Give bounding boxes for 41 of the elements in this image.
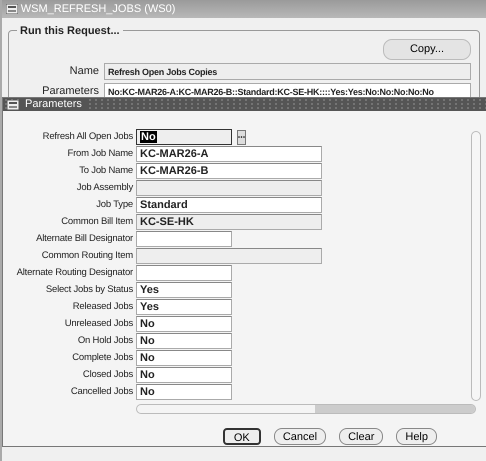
dialog-button[interactable]: Cancel [274, 428, 326, 445]
field-label: Common Bill Item [60, 214, 133, 229]
dialog-button[interactable]: OK [222, 428, 261, 445]
dialog-button[interactable]: Help [396, 428, 437, 445]
field-label: Released Jobs [72, 300, 133, 314]
input-field[interactable]: Standard [136, 197, 322, 213]
field-label: Job Assembly [76, 180, 133, 195]
field-label: Common Routing Item [40, 248, 133, 263]
field-label: Unreleased Jobs [64, 316, 133, 331]
field-label: Refresh All Open Jobs [42, 130, 133, 144]
input-field[interactable]: No [136, 333, 232, 349]
input-field[interactable]: KC-MAR26-B [136, 163, 322, 179]
field-label: To Job Name [78, 164, 133, 178]
field-label: Parameters [41, 84, 99, 99]
field-label: Alternate Routing Designator [16, 266, 133, 280]
input-field[interactable] [136, 265, 232, 281]
field-label: Cancelled Jobs [70, 384, 133, 399]
field-label: From Job Name [66, 146, 133, 161]
field-label: On Hold Jobs [76, 334, 133, 348]
input-field[interactable]: Yes [136, 299, 232, 315]
field-label: Closed Jobs [82, 368, 133, 382]
field-label: Job Type [95, 198, 133, 212]
input-field[interactable]: KC-MAR26-A [136, 146, 322, 162]
horizontal-scrollbar[interactable] [136, 404, 476, 414]
field-label: Select Jobs by Status [44, 282, 133, 297]
vertical-scrollbar[interactable] [471, 131, 481, 401]
field-label: Alternate Bill Designator [35, 232, 133, 246]
input-field[interactable]: Yes [136, 282, 232, 298]
input-field[interactable] [136, 231, 232, 247]
field-label: Name [68, 64, 99, 80]
input-field[interactable]: No [136, 384, 232, 400]
dialog-title: Parameters [22, 98, 85, 111]
input-field[interactable]: No [136, 316, 232, 332]
window-title: WSM_REFRESH_JOBS (WS0) [20, 2, 176, 17]
input-field[interactable]: No [136, 367, 232, 383]
list-of-values-button[interactable] [237, 130, 246, 144]
copy-button[interactable]: Copy... [383, 39, 471, 60]
field-label: Complete Jobs [71, 350, 133, 365]
input-field[interactable]: No [136, 350, 232, 366]
group-legend: Run this Request... [17, 23, 123, 40]
dialog-button[interactable]: Clear [339, 428, 384, 445]
